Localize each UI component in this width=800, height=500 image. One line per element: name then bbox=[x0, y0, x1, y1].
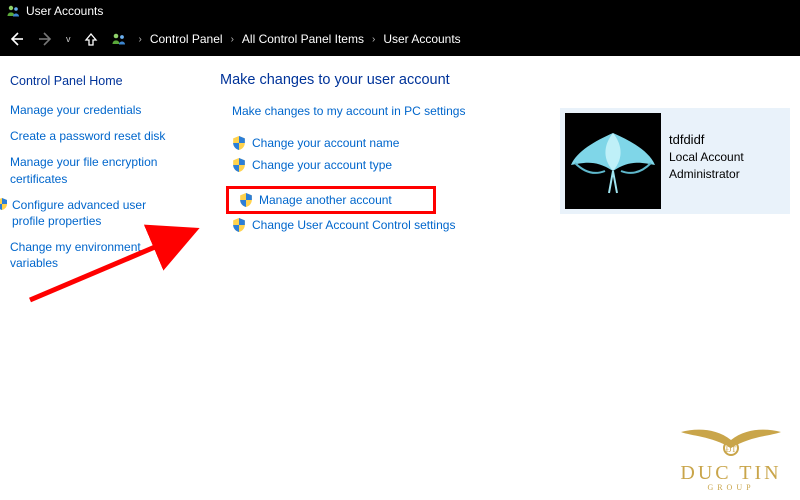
shield-icon bbox=[239, 193, 253, 207]
breadcrumb-user-accounts[interactable]: User Accounts bbox=[383, 32, 460, 46]
chevron-right-icon[interactable]: › bbox=[231, 34, 234, 45]
breadcrumb: › Control Panel › All Control Panel Item… bbox=[137, 32, 461, 46]
account-role: Administrator bbox=[669, 166, 744, 183]
forward-button[interactable] bbox=[36, 29, 56, 49]
account-info: tdfdidf Local Account Administrator bbox=[669, 113, 744, 209]
user-accounts-icon bbox=[6, 4, 20, 18]
wing-icon: ĐT bbox=[676, 426, 786, 460]
window-title: User Accounts bbox=[26, 4, 103, 18]
sidebar-password-reset-disk[interactable]: Create a password reset disk bbox=[10, 128, 182, 144]
manage-another-account-link[interactable]: Manage another account bbox=[233, 193, 392, 207]
account-username: tdfdidf bbox=[669, 131, 744, 149]
account-card: tdfdidf Local Account Administrator bbox=[560, 108, 790, 214]
navigation-bar: v › Control Panel › All Control Panel It… bbox=[0, 22, 800, 56]
sidebar-encryption-certs[interactable]: Manage your file encryption certificates bbox=[10, 154, 182, 186]
change-uac-settings-link[interactable]: Change User Account Control settings bbox=[220, 218, 790, 232]
breadcrumb-all-items[interactable]: All Control Panel Items bbox=[242, 32, 364, 46]
shield-icon bbox=[232, 136, 246, 150]
watermark-logo: ĐT DUC TIN GROUP bbox=[676, 426, 786, 492]
sidebar-env-variables[interactable]: Change my environment variables bbox=[10, 239, 182, 271]
content-area: Control Panel Home Manage your credentia… bbox=[0, 56, 800, 282]
sidebar-manage-credentials[interactable]: Manage your credentials bbox=[10, 102, 182, 118]
watermark-brand: DUC TIN bbox=[676, 462, 786, 485]
chevron-right-icon[interactable]: › bbox=[139, 34, 142, 45]
main-panel: Make changes to your user account Make c… bbox=[190, 68, 800, 282]
page-heading: Make changes to your user account bbox=[220, 72, 790, 88]
sidebar-advanced-profile[interactable]: Configure advanced user profile properti… bbox=[10, 197, 182, 229]
back-button[interactable] bbox=[6, 29, 26, 49]
avatar bbox=[565, 113, 661, 209]
control-panel-home-link[interactable]: Control Panel Home bbox=[10, 74, 182, 88]
shield-icon bbox=[232, 158, 246, 172]
shield-icon bbox=[0, 198, 8, 214]
sidebar: Control Panel Home Manage your credentia… bbox=[0, 68, 190, 282]
recent-dropdown-icon[interactable]: v bbox=[66, 34, 71, 44]
account-type: Local Account bbox=[669, 149, 744, 166]
control-panel-icon bbox=[111, 31, 127, 47]
shield-icon bbox=[232, 218, 246, 232]
window-titlebar: User Accounts bbox=[0, 0, 800, 22]
chevron-right-icon[interactable]: › bbox=[372, 34, 375, 45]
highlighted-region: Manage another account bbox=[226, 186, 436, 214]
breadcrumb-control-panel[interactable]: Control Panel bbox=[150, 32, 223, 46]
up-button[interactable] bbox=[81, 29, 101, 49]
svg-text:ĐT: ĐT bbox=[726, 445, 737, 454]
